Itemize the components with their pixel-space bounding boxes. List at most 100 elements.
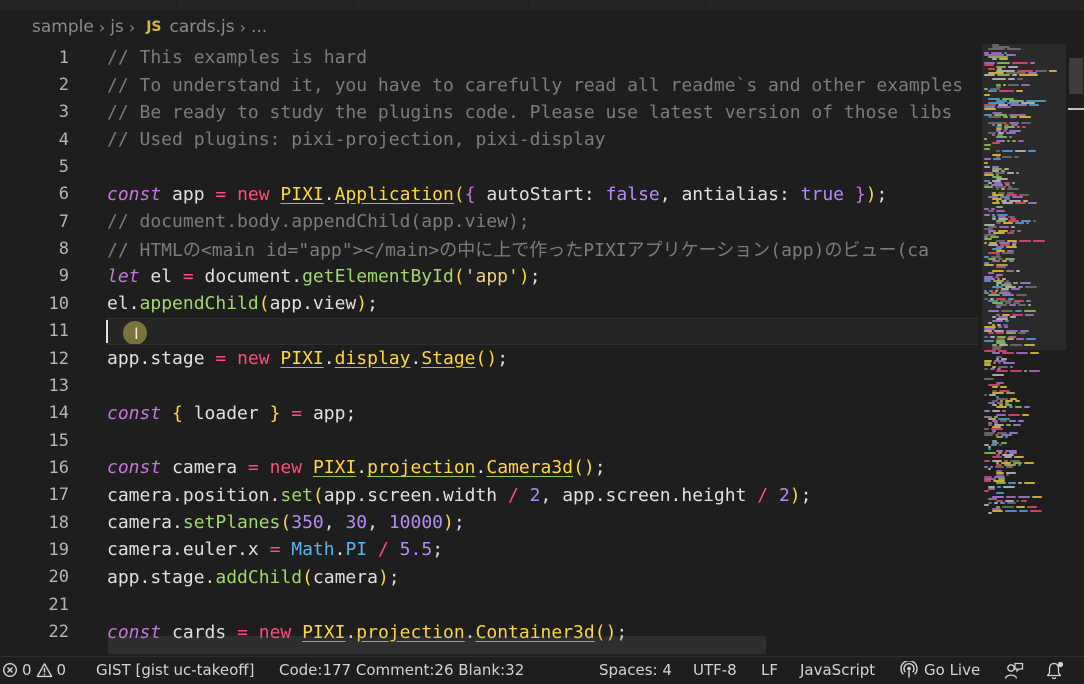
code-line: 20 app.stage.addChild(camera);: [0, 564, 978, 591]
minimap-line: [1019, 74, 1038, 76]
minimap-line: [1017, 78, 1023, 80]
code-line: 8 // HTMLの<main id="app"></main>の中に上で作った…: [0, 235, 978, 262]
minimap-line: [999, 444, 1002, 446]
indentation-selector[interactable]: Spaces: 4: [599, 661, 672, 679]
notifications-button[interactable]: [1045, 661, 1065, 680]
minimap-line: [992, 410, 1000, 412]
problems-indicator[interactable]: 0 0: [2, 661, 66, 679]
status-bar: 0 0 GIST [gist uc-takeoff] Code:177 Comm…: [0, 656, 1084, 684]
code-line: 2 // To understand it, you have to caref…: [0, 71, 978, 98]
minimap-line: [996, 436, 1003, 438]
minimap-line: [984, 460, 990, 462]
horizontal-scrollbar[interactable]: [108, 636, 766, 654]
minimap-line: [1002, 156, 1012, 158]
eol-selector[interactable]: LF: [761, 661, 778, 679]
line-number: 21: [48, 594, 69, 615]
minimap-line: [999, 58, 1008, 60]
error-icon: [2, 662, 18, 678]
code-editor[interactable]: 1 // This examples is hard 2 // To under…: [0, 44, 978, 656]
minimap-line: [984, 144, 991, 146]
minimap-line: [996, 406, 1007, 408]
minimap-line: [1013, 424, 1021, 426]
language-selector[interactable]: JavaScript: [800, 661, 875, 679]
minimap-line: [1002, 352, 1014, 354]
go-live-button[interactable]: Go Live: [900, 661, 980, 679]
minimap-line: [984, 336, 988, 338]
minimap-line: [984, 166, 990, 168]
code-text: const app = new PIXI.Application({ autoS…: [107, 183, 888, 205]
minimap-line: [1014, 156, 1019, 158]
minimap-line: [1016, 172, 1019, 174]
minimap-line: [1016, 270, 1020, 272]
minimap-line: [1002, 294, 1014, 296]
minimap-line: [989, 394, 996, 396]
minimap-line: [1024, 462, 1034, 464]
breadcrumb-folder-sample[interactable]: sample: [32, 17, 94, 37]
minimap-line: [990, 368, 995, 370]
chevron-right-icon: ›: [128, 17, 136, 37]
vertical-scrollbar[interactable]: [1068, 44, 1084, 656]
minimap-line: [1030, 352, 1039, 354]
minimap-line: [984, 378, 994, 380]
minimap-line: [1015, 222, 1024, 224]
minimap-line: [1002, 506, 1014, 508]
minimap-line: [1012, 74, 1017, 76]
minimap[interactable]: [982, 44, 1066, 514]
minimap-line: [992, 374, 1004, 376]
minimap-line: [1019, 240, 1031, 242]
gist-status[interactable]: GIST [gist uc-takeoff]: [96, 661, 255, 679]
minimap-line: [1003, 486, 1015, 488]
breadcrumb-more[interactable]: ...: [251, 17, 267, 37]
line-number: 14: [48, 403, 69, 424]
minimap-line: [1007, 48, 1021, 50]
minimap-line: [984, 434, 993, 436]
minimap-line: [1018, 332, 1026, 334]
minimap-line: [1030, 62, 1035, 64]
minimap-line: [984, 428, 989, 430]
minimap-line: [1003, 116, 1008, 118]
minimap-line: [1008, 78, 1015, 80]
minimap-line: [1029, 370, 1040, 372]
minimap-line: [1006, 496, 1016, 498]
code-text: // Used plugins: pixi-projection, pixi-d…: [107, 129, 606, 151]
minimap-line: [1018, 420, 1024, 422]
minimap-line: [1016, 90, 1023, 92]
minimap-line: [984, 410, 990, 412]
tab[interactable]: [529, 0, 706, 10]
tab-strip: [0, 0, 1084, 10]
minimap-line: [1002, 260, 1007, 262]
tab[interactable]: [0, 0, 177, 10]
minimap-line: [991, 444, 997, 446]
breadcrumb-folder-js[interactable]: js: [110, 17, 124, 37]
feedback-button[interactable]: [1004, 662, 1024, 680]
line-number: 3: [58, 102, 69, 123]
scrollbar-thumb[interactable]: [1069, 58, 1083, 94]
code-line: 7 // document.body.appendChild(app.view)…: [0, 208, 978, 235]
minimap-line: [1006, 392, 1015, 394]
tab[interactable]: [354, 0, 529, 10]
minimap-line: [988, 48, 1005, 50]
minimap-line: [996, 370, 1008, 372]
minimap-line: [992, 260, 1000, 262]
encoding-selector[interactable]: UTF-8: [693, 661, 737, 679]
code-text: camera.setPlanes(350, 30, 10000);: [107, 512, 465, 534]
code-stats[interactable]: Code:177 Comment:26 Blank:32: [279, 661, 524, 679]
minimap-line: [1004, 456, 1012, 458]
minimap-line: [992, 134, 995, 136]
code-text: const camera = new PIXI.projection.Camer…: [107, 457, 606, 479]
warning-icon: [36, 663, 52, 678]
minimap-line: [992, 510, 1003, 512]
minimap-line: [1022, 414, 1029, 416]
minimap-line: [1007, 232, 1014, 234]
code-line: 9 let el = document.getElementById('app'…: [0, 263, 978, 290]
tab[interactable]: [177, 0, 354, 10]
minimap-line: [1009, 136, 1012, 138]
minimap-line: [1004, 326, 1008, 328]
minimap-line: [1017, 126, 1020, 128]
minimap-line: [988, 448, 991, 450]
minimap-line: [996, 136, 1007, 138]
go-live-label: Go Live: [924, 661, 981, 679]
minimap-line: [984, 186, 993, 188]
breadcrumb-file[interactable]: cards.js: [170, 17, 235, 37]
code-line: 12 app.stage = new PIXI.display.Stage();: [0, 345, 978, 372]
